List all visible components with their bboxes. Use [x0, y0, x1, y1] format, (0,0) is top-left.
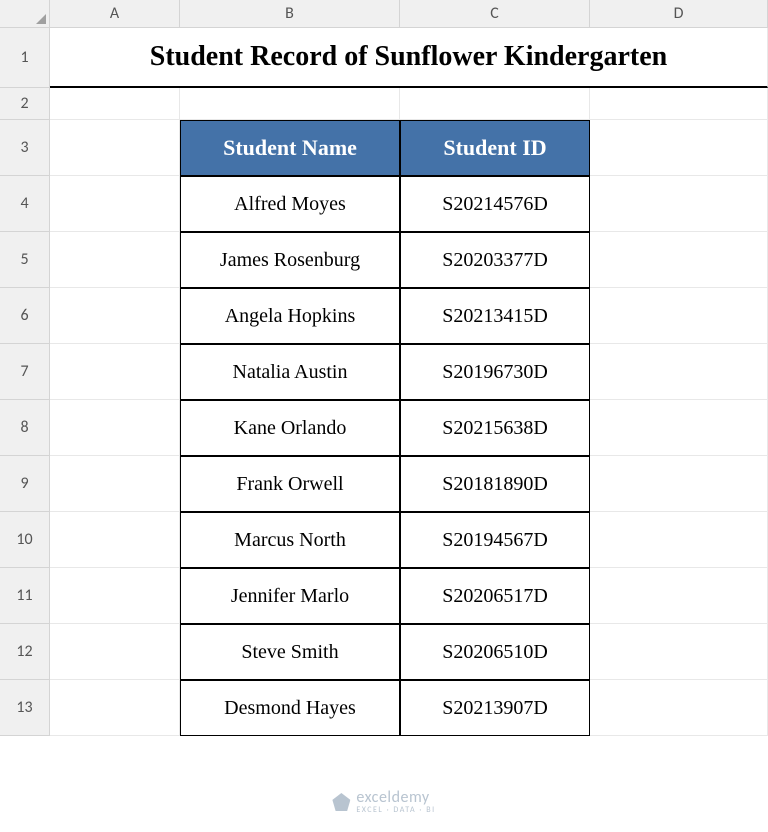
cell-a6[interactable]	[50, 288, 180, 344]
watermark: exceldemy EXCEL · DATA · BI	[332, 790, 435, 814]
table-row[interactable]: S20206517D	[400, 568, 590, 624]
table-row[interactable]: S20194567D	[400, 512, 590, 568]
cell-d6[interactable]	[590, 288, 768, 344]
cell-d3[interactable]	[590, 120, 768, 176]
row-header-5[interactable]: 5	[0, 232, 50, 288]
cell-a13[interactable]	[50, 680, 180, 736]
table-row[interactable]: S20206510D	[400, 624, 590, 680]
table-header-id[interactable]: Student ID	[400, 120, 590, 176]
table-row[interactable]: Kane Orlando	[180, 400, 400, 456]
table-row[interactable]: S20181890D	[400, 456, 590, 512]
table-row[interactable]: S20203377D	[400, 232, 590, 288]
watermark-main: exceldemy	[356, 790, 435, 806]
table-row[interactable]: Natalia Austin	[180, 344, 400, 400]
cell-d10[interactable]	[590, 512, 768, 568]
cell-a2[interactable]	[50, 88, 180, 120]
table-row[interactable]: Marcus North	[180, 512, 400, 568]
cell-d12[interactable]	[590, 624, 768, 680]
row-header-10[interactable]: 10	[0, 512, 50, 568]
table-row[interactable]: Steve Smith	[180, 624, 400, 680]
col-header-a[interactable]: A	[50, 0, 180, 28]
spreadsheet-grid: A B C D 1 Student Record of Sunflower Ki…	[0, 0, 768, 736]
cell-d5[interactable]	[590, 232, 768, 288]
row-header-8[interactable]: 8	[0, 400, 50, 456]
cell-d4[interactable]	[590, 176, 768, 232]
table-row[interactable]: Frank Orwell	[180, 456, 400, 512]
row-header-12[interactable]: 12	[0, 624, 50, 680]
cell-a8[interactable]	[50, 400, 180, 456]
cell-c2[interactable]	[400, 88, 590, 120]
table-row[interactable]: Jennifer Marlo	[180, 568, 400, 624]
select-all-corner[interactable]	[0, 0, 50, 28]
cell-a9[interactable]	[50, 456, 180, 512]
table-header-name[interactable]: Student Name	[180, 120, 400, 176]
row-header-4[interactable]: 4	[0, 176, 50, 232]
row-header-9[interactable]: 9	[0, 456, 50, 512]
table-row[interactable]: S20215638D	[400, 400, 590, 456]
col-header-d[interactable]: D	[590, 0, 768, 28]
cell-a4[interactable]	[50, 176, 180, 232]
table-row[interactable]: Desmond Hayes	[180, 680, 400, 736]
row-header-11[interactable]: 11	[0, 568, 50, 624]
cell-d11[interactable]	[590, 568, 768, 624]
table-row[interactable]: Alfred Moyes	[180, 176, 400, 232]
table-row[interactable]: S20213415D	[400, 288, 590, 344]
row-header-13[interactable]: 13	[0, 680, 50, 736]
row-header-3[interactable]: 3	[0, 120, 50, 176]
cell-b2[interactable]	[180, 88, 400, 120]
col-header-b[interactable]: B	[180, 0, 400, 28]
table-row[interactable]: S20196730D	[400, 344, 590, 400]
page-title[interactable]: Student Record of Sunflower Kindergarten	[50, 28, 768, 88]
cell-a3[interactable]	[50, 120, 180, 176]
table-row[interactable]: S20213907D	[400, 680, 590, 736]
exceldemy-logo-icon	[332, 793, 350, 811]
table-row[interactable]: S20214576D	[400, 176, 590, 232]
col-header-c[interactable]: C	[400, 0, 590, 28]
table-row[interactable]: Angela Hopkins	[180, 288, 400, 344]
cell-a7[interactable]	[50, 344, 180, 400]
cell-d7[interactable]	[590, 344, 768, 400]
cell-a5[interactable]	[50, 232, 180, 288]
cell-d2[interactable]	[590, 88, 768, 120]
cell-a12[interactable]	[50, 624, 180, 680]
watermark-sub: EXCEL · DATA · BI	[356, 806, 435, 814]
row-header-6[interactable]: 6	[0, 288, 50, 344]
row-header-2[interactable]: 2	[0, 88, 50, 120]
cell-d13[interactable]	[590, 680, 768, 736]
cell-a11[interactable]	[50, 568, 180, 624]
row-header-1[interactable]: 1	[0, 28, 50, 88]
watermark-text: exceldemy EXCEL · DATA · BI	[356, 790, 435, 814]
cell-a10[interactable]	[50, 512, 180, 568]
table-row[interactable]: James Rosenburg	[180, 232, 400, 288]
cell-d9[interactable]	[590, 456, 768, 512]
row-header-7[interactable]: 7	[0, 344, 50, 400]
cell-d8[interactable]	[590, 400, 768, 456]
